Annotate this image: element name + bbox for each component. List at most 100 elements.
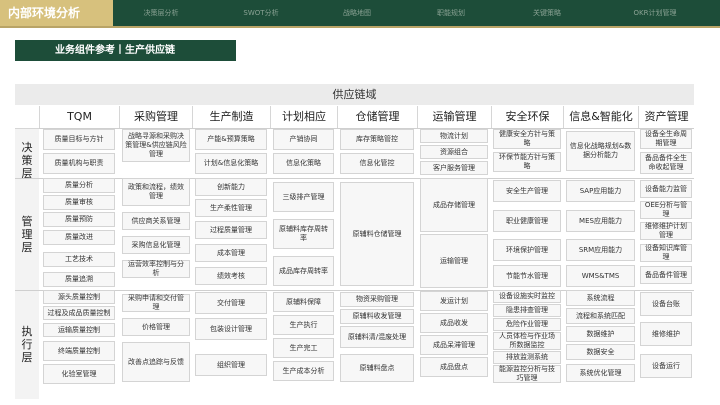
tqm-cell-1: 质量目标与方针 [43,129,115,150]
proc-cell-8: 改善点追踪与反馈 [122,342,190,382]
nav-item-4[interactable]: 职能规划 [412,0,490,26]
nav-current-item[interactable]: 内部环境分析 [0,0,113,26]
tqm-cell-4: 质量审核 [43,195,115,210]
wh-cell-2: 信息化管控 [340,153,414,174]
it-cell-2: SAP应用能力 [566,180,635,202]
row-header-management: 管理层 [15,178,39,290]
it-cell-9: 数据安全 [566,344,635,360]
asset-cell-7: 备品备件管理 [640,266,692,284]
col-header-transport: 运输管理 [417,106,491,128]
it-cell-3: MES应用能力 [566,210,635,232]
mfg-cell-1: 产能&预算策略 [195,129,267,150]
asset-cell-4: OEE分析与管理 [640,201,692,219]
nav-item-3[interactable]: 战略地图 [318,0,396,26]
tqm-cell-11: 运输质量控制 [43,323,115,337]
col-header-safety: 安全环保 [491,106,563,128]
safety-cell-10: 人员体检与作业场所数据监控 [493,332,561,350]
proc-cell-6: 采购申请和交付管理 [122,294,190,312]
tqm-cell-7: 工艺技术 [43,252,115,267]
mfg-cell-4: 生产柔性管理 [195,199,267,217]
wh-cell-5: 原辅料收发管理 [340,309,414,324]
asset-cell-10: 设备运行 [640,354,692,378]
col-header-warehouse: 仓储管理 [337,106,417,128]
col-header-planning: 计划相应 [270,106,337,128]
tqm-cell-9: 源头质量控制 [43,290,115,304]
plan-cell-5: 成品库存周转率 [273,256,334,286]
nav-item-1[interactable]: 决策层分析 [122,0,200,26]
it-cell-1: 信息化战略规划&数据分析能力 [566,131,635,171]
tqm-cell-10: 过程及成品质量控制 [43,306,115,320]
proc-cell-5: 运营效率控制与分析 [122,260,190,278]
proc-cell-3: 供应商关系管理 [122,212,190,230]
mfg-cell-5: 过程质量管理 [195,221,267,239]
trans-cell-4: 成品存储管理 [420,178,488,232]
tqm-cell-8: 质量追溯 [43,272,115,287]
tqm-cell-5: 质量预防 [43,212,115,227]
proc-cell-7: 价格管理 [122,318,190,336]
asset-cell-6: 设备知识库管理 [640,244,692,262]
plan-cell-3: 三级排产管理 [273,182,334,212]
wh-cell-4: 物资采购管理 [340,292,414,307]
it-cell-5: WMS&TMS [566,265,635,287]
tqm-cell-3: 质量分析 [43,178,115,193]
asset-cell-9: 维修维护 [640,322,692,346]
mfg-cell-8: 交付管理 [195,292,267,314]
col-header-it: 信息&智能化 [563,106,638,128]
col-header-procurement: 采购管理 [119,106,192,128]
proc-cell-1: 战略寻源和采购决策管理&供应链风险管理 [122,129,190,162]
proc-cell-2: 政策和流程，绩效管理 [122,178,190,206]
mfg-cell-6: 成本管理 [195,244,267,262]
asset-cell-1: 设备全生命周期管理 [640,129,692,149]
tqm-cell-6: 质量改进 [43,230,115,245]
safety-cell-4: 职业健康管理 [493,210,561,232]
section-title: 业务组件参考丨生产供应链 [15,40,236,61]
trans-cell-7: 成品收发 [420,313,488,333]
plan-cell-9: 生产成本分析 [273,361,334,381]
mfg-cell-10: 组织管理 [195,354,267,376]
plan-cell-4: 原辅料库存周转率 [273,219,334,249]
top-nav-bar: 内部环境分析 决策层分析 SWOT分析 战略地图 职能规划 关键策略 OKR计划… [0,0,720,26]
wh-cell-3: 原辅料仓储管理 [340,182,414,286]
tqm-cell-13: 化验室管理 [43,364,115,384]
trans-cell-6: 发运计划 [420,291,488,311]
trans-cell-2: 资源组合 [420,145,488,159]
plan-cell-7: 生产执行 [273,315,334,335]
col-header-tqm: TQM [39,106,119,128]
supply-chain-table: 供应链域 TQM 采购管理 生产制造 计划相应 仓储管理 运输管理 安全环保 信… [15,84,694,399]
it-cell-7: 流程和系统匹配 [566,308,635,324]
col-header-asset: 资产管理 [638,106,694,128]
nav-item-6[interactable]: OKR计划管理 [616,0,694,26]
plan-cell-2: 信息化策略 [273,153,334,174]
wh-cell-6: 原辅料清/混废处理 [340,326,414,348]
tqm-cell-12: 终端质量控制 [43,341,115,361]
row-header-execution: 执行层 [15,290,39,399]
top-divider [0,26,720,28]
mfg-cell-7: 绩效考核 [195,267,267,285]
asset-cell-2: 备品备件全生命收起管理 [640,152,692,174]
asset-cell-3: 设备能力监管 [640,180,692,198]
mfg-cell-3: 创新能力 [195,178,267,196]
safety-cell-2: 环保节能方针与策略 [493,152,561,172]
it-cell-6: 系统流程 [566,290,635,306]
safety-cell-9: 危险作业管理 [493,318,561,331]
trans-cell-1: 物流计划 [420,129,488,143]
plan-cell-8: 生产完工 [273,338,334,358]
mfg-cell-9: 包装设计管理 [195,318,267,340]
nav-item-2[interactable]: SWOT分析 [222,0,300,26]
trans-cell-5: 运输管理 [420,234,488,288]
safety-cell-1: 健康安全方针与策略 [493,129,561,149]
row-header-decision: 决策层 [15,128,39,180]
table-header: 供应链域 [15,84,694,105]
safety-cell-6: 节能节水管理 [493,265,561,287]
asset-cell-8: 设备台账 [640,292,692,316]
trans-cell-8: 成品呆滞管理 [420,335,488,355]
wh-cell-1: 库存策略管控 [340,129,414,150]
mfg-cell-2: 计划&信息化策略 [195,153,267,174]
plan-cell-6: 原辅料保障 [273,292,334,312]
it-cell-4: SRM应用能力 [566,239,635,261]
trans-cell-9: 成品盘点 [420,357,488,377]
it-cell-10: 系统优化管理 [566,364,635,382]
nav-item-5[interactable]: 关键策略 [508,0,586,26]
tqm-cell-2: 质量机构与职责 [43,153,115,174]
asset-cell-5: 维修维护计划管理 [640,222,692,240]
